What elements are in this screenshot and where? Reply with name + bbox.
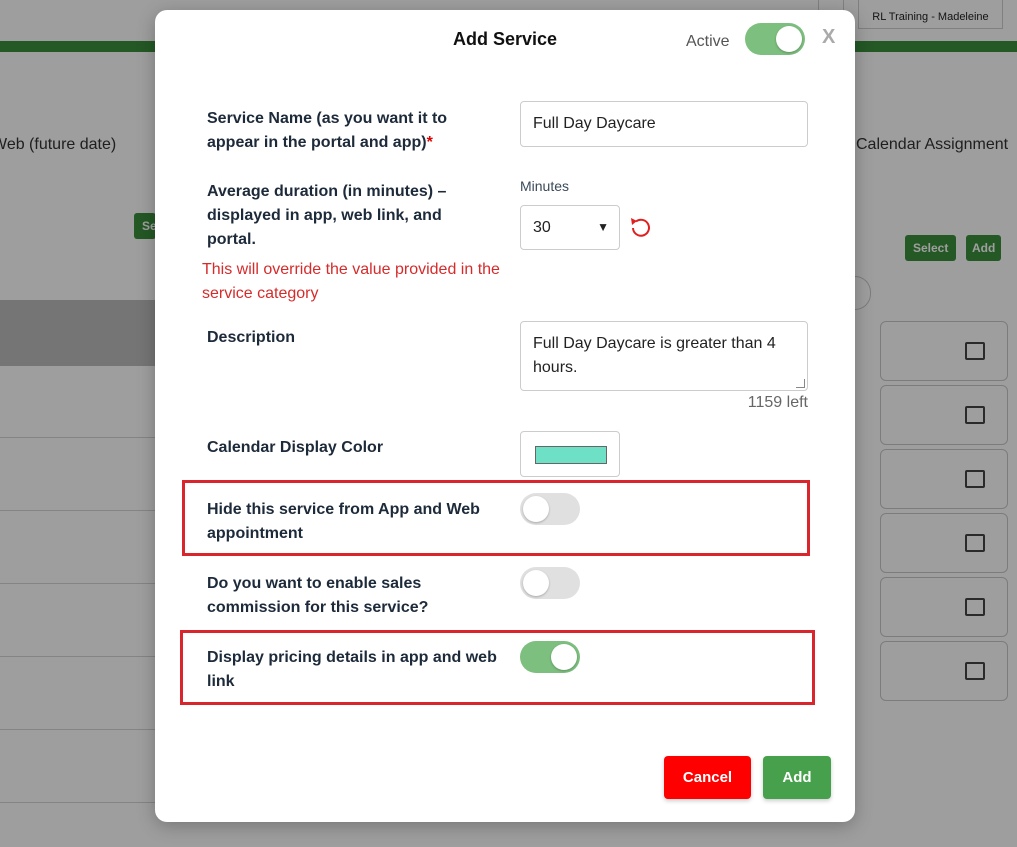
cancel-button[interactable]: Cancel [664,756,751,799]
description-label: Description [207,329,296,346]
service-name-label: Service Name (as you want it to appear i… [207,110,448,151]
duration-select[interactable]: 30 ▼ [520,205,620,250]
service-name-value: Full Day Daycare [533,115,656,132]
duration-label: Average duration (in minutes) – displaye… [207,183,447,248]
resize-handle-icon[interactable] [796,379,805,388]
add-service-modal: Add Service Active X Service Name (as yo… [155,10,855,822]
duration-value: 30 [533,219,551,236]
active-label: Active [686,33,730,50]
toggle-knob [551,644,577,670]
color-label: Calendar Display Color [207,439,384,456]
required-asterisk: * [426,134,433,151]
toggle-knob [523,496,549,522]
service-name-input[interactable]: Full Day Daycare [520,101,808,147]
minutes-caption: Minutes [520,178,570,194]
commission-label: Do you want to enable sales commission f… [207,575,429,616]
pricing-label: Display pricing details in app and web l… [207,649,497,690]
hide-service-toggle[interactable] [520,493,580,525]
add-button[interactable]: Add [763,756,831,799]
active-toggle[interactable] [745,23,805,55]
chars-left-counter: 1159 left [747,394,808,411]
close-icon[interactable]: X [822,26,835,49]
toggle-knob [523,570,549,596]
override-warning: This will override the value provided in… [202,261,500,302]
toggle-knob [776,26,802,52]
description-textarea[interactable]: Full Day Daycare is greater than 4 hours… [520,321,808,391]
pricing-toggle[interactable] [520,641,580,673]
color-swatch [535,446,607,464]
chevron-down-icon: ▼ [597,220,609,234]
commission-toggle[interactable] [520,567,580,599]
description-value: Full Day Daycare is greater than 4 hours… [533,335,776,376]
hide-service-label: Hide this service from App and Web appoi… [207,501,480,542]
reset-icon[interactable] [627,214,655,242]
color-picker[interactable] [520,431,620,477]
